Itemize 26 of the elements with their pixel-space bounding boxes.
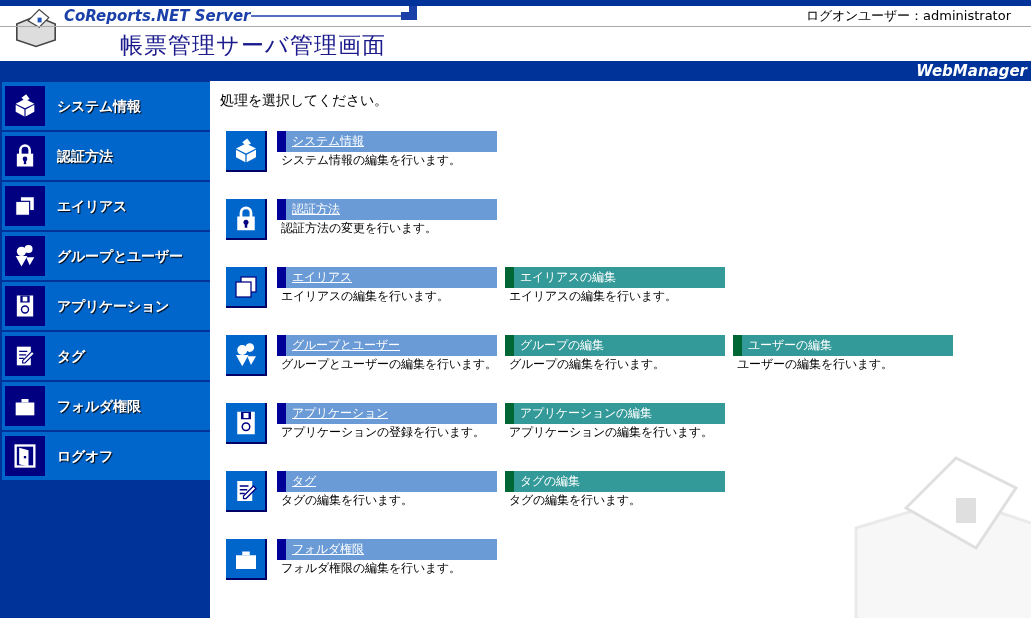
sidebar-item[interactable]: システム情報 bbox=[2, 82, 210, 130]
sidebar-item[interactable]: フォルダ権限 bbox=[2, 382, 210, 430]
logon-user-text: ログオンユーザー：administrator bbox=[806, 7, 1011, 25]
sidebar-item[interactable]: エイリアス bbox=[2, 182, 210, 230]
section-link[interactable]: タグの編集 bbox=[505, 471, 725, 492]
sidebar-item[interactable]: グループとユーザー bbox=[2, 232, 210, 280]
section-link[interactable]: システム情報 bbox=[277, 131, 497, 152]
door-icon bbox=[11, 442, 39, 470]
section-link[interactable]: タグ bbox=[277, 471, 497, 492]
sidebar-item[interactable]: アプリケーション bbox=[2, 282, 210, 330]
instruction-text: 処理を選択してください。 bbox=[220, 91, 389, 109]
section-link[interactable]: ユーザーの編集 bbox=[733, 335, 953, 356]
section-link[interactable]: フォルダ権限 bbox=[277, 539, 497, 560]
web-manager-label: WebManager bbox=[916, 61, 1027, 81]
sidebar-item[interactable]: タグ bbox=[2, 332, 210, 380]
section-link[interactable]: エイリアスの編集 bbox=[505, 267, 725, 288]
page-title: 帳票管理サーバ管理画面 bbox=[120, 31, 386, 60]
sidebar-item[interactable]: ログオフ bbox=[2, 432, 210, 480]
section-link[interactable]: グループとユーザー bbox=[277, 335, 497, 356]
product-name: CoReports.NET Server bbox=[64, 6, 251, 26]
section-link[interactable]: グループの編集 bbox=[505, 335, 725, 356]
section-link[interactable]: アプリケーション bbox=[277, 403, 497, 424]
section-link[interactable]: 認証方法 bbox=[277, 199, 497, 220]
sidebar-item[interactable]: 認証方法 bbox=[2, 132, 210, 180]
section-link[interactable]: エイリアス bbox=[277, 267, 497, 288]
section-link[interactable]: アプリケーションの編集 bbox=[505, 403, 725, 424]
